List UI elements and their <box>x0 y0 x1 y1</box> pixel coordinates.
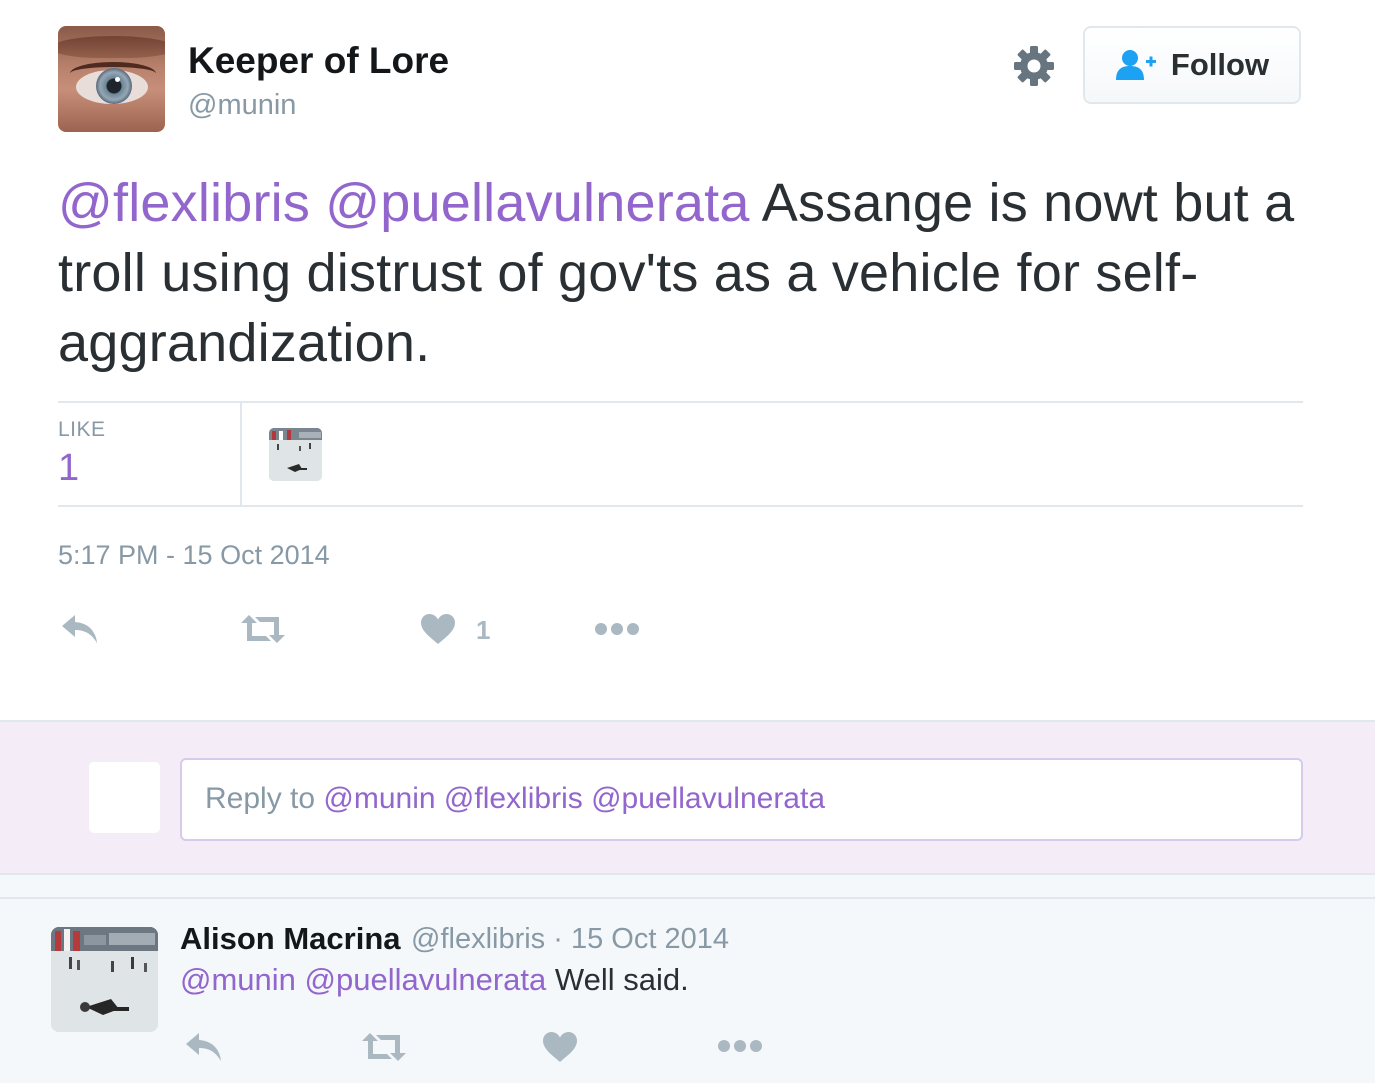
more-icon[interactable] <box>594 621 640 637</box>
author-handle[interactable]: @munin <box>188 89 296 122</box>
reply-text: @munin @puellavulnerata Well said. <box>180 962 689 998</box>
tweet-timestamp[interactable]: 5:17 PM - 15 Oct 2014 <box>58 540 330 571</box>
author-name[interactable]: Keeper of Lore <box>188 40 449 82</box>
reply-tweet[interactable]: Alison Macrina @flexlibris · 15 Oct 2014… <box>0 899 1375 1083</box>
retweet-icon[interactable] <box>240 614 286 644</box>
reply-date[interactable]: 15 Oct 2014 <box>571 923 729 955</box>
reply-author-avatar[interactable] <box>51 927 158 1032</box>
divider <box>58 505 1303 507</box>
reply-icon[interactable] <box>184 1030 224 1064</box>
mention-link[interactable]: @puellavulnerata <box>305 962 547 997</box>
author-avatar[interactable] <box>58 26 165 132</box>
divider <box>58 401 1303 403</box>
mention-link[interactable]: @puellavulnerata <box>325 173 749 233</box>
tweet-text: @flexlibris @puellavulnerata Assange is … <box>58 168 1303 378</box>
like-stat-count[interactable]: 1 <box>58 447 79 490</box>
reply-composer: Reply to @munin @flexlibris @puellavulne… <box>0 720 1375 875</box>
retweet-icon[interactable] <box>361 1032 407 1062</box>
reply-mention: @puellavulnerata <box>591 782 826 815</box>
reply-author-name[interactable]: Alison Macrina <box>180 921 401 957</box>
reply-mention: @flexlibris <box>443 782 583 815</box>
follow-user-icon <box>1115 50 1156 80</box>
divider <box>240 402 242 506</box>
heart-icon[interactable] <box>542 1031 578 1063</box>
reply-body: Well said. <box>554 962 689 997</box>
reply-mention: @munin <box>323 782 436 815</box>
like-action-count: 1 <box>476 615 491 645</box>
reply-meta: @flexlibris · 15 Oct 2014 <box>411 923 729 956</box>
reply-prefix: Reply to <box>205 782 316 815</box>
mention-link[interactable]: @flexlibris <box>58 173 310 233</box>
more-icon[interactable] <box>717 1038 763 1054</box>
reply-icon[interactable] <box>60 612 100 646</box>
main-tweet: Keeper of Lore @munin Follow @flexlibris… <box>0 0 1375 720</box>
follow-label: Follow <box>1170 47 1270 82</box>
follow-button[interactable]: Follow <box>1083 26 1301 104</box>
meta-separator: · <box>553 923 563 955</box>
mention-link[interactable]: @munin <box>180 962 296 997</box>
like-stat-label: LIKE <box>58 418 106 441</box>
gear-icon[interactable] <box>1012 44 1056 88</box>
current-user-avatar <box>89 762 160 833</box>
heart-icon[interactable] <box>420 613 456 645</box>
liker-avatar[interactable] <box>269 428 322 481</box>
reply-input[interactable]: Reply to @munin @flexlibris @puellavulne… <box>180 758 1303 841</box>
reply-author-handle[interactable]: @flexlibris <box>411 923 545 955</box>
section-divider <box>0 875 1375 899</box>
